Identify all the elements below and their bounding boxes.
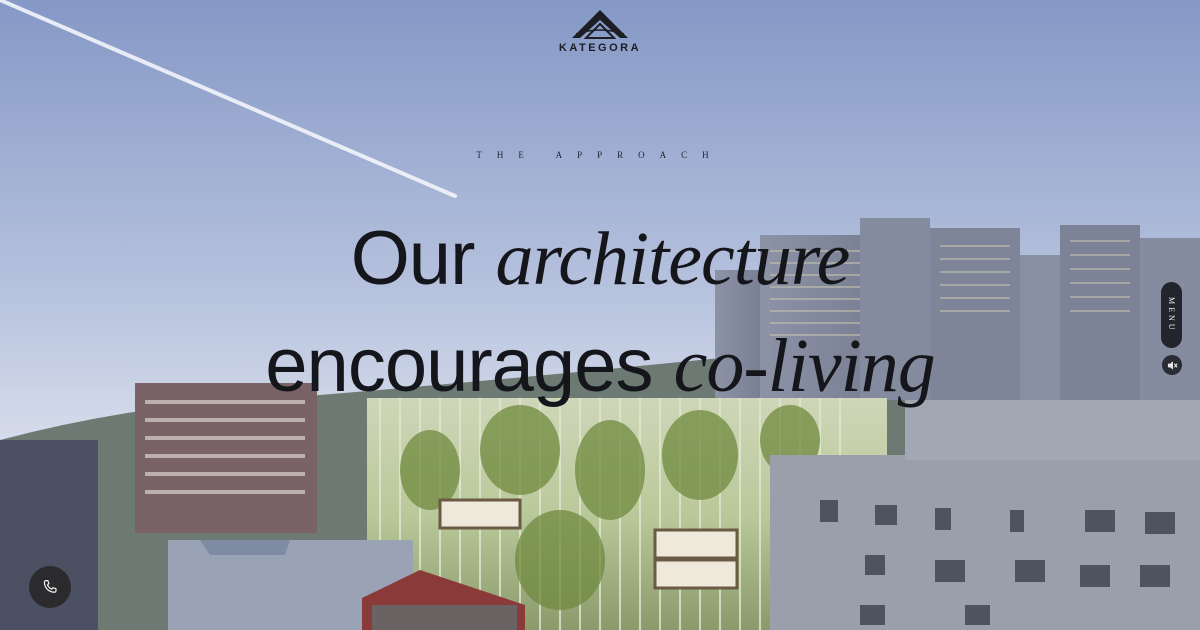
brand-logo[interactable]: KATEGORA xyxy=(540,8,660,68)
headline-word-co-living: co-living xyxy=(673,324,936,408)
menu-label: MENU xyxy=(1167,297,1176,333)
logo-wordmark: KATEGORA xyxy=(558,42,642,54)
speaker-muted-icon xyxy=(1167,360,1178,370)
menu-button[interactable]: MENU xyxy=(1161,282,1182,348)
logo-mark-icon xyxy=(572,10,628,39)
sound-toggle-button[interactable] xyxy=(1162,355,1182,375)
hero-headline: Our architecture encourages co-living xyxy=(0,200,1200,422)
phone-call-button[interactable] xyxy=(29,566,71,608)
phone-icon xyxy=(43,580,57,593)
headline-word-our: Our xyxy=(350,216,476,301)
headline-line-2: encourages co-living xyxy=(0,310,1200,422)
headline-line-1: Our architecture xyxy=(0,200,1200,318)
headline-word-architecture: architecture xyxy=(495,217,851,301)
section-eyebrow: THE APPROACH xyxy=(476,150,724,160)
headline-word-encourages: encourages xyxy=(265,323,653,408)
